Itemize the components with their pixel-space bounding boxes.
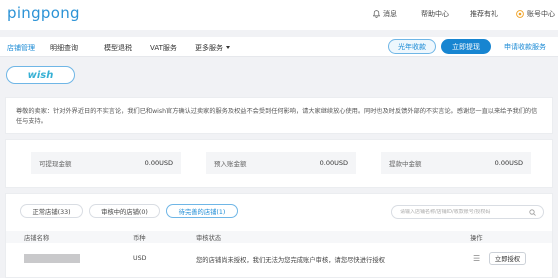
list-icon[interactable]: ☰	[473, 254, 480, 263]
apply-collection-label: 申请收款服务	[504, 42, 546, 51]
notice-banner: 尊敬的卖家：针对外界近日的不实言论，我们已和wish官方确认过卖家的服务及权益不…	[5, 97, 553, 134]
main-nav: 店铺管理 明细查询 模型退税 VAT服务 更多服务 光年收款 立即提现 申请收款…	[0, 37, 558, 57]
withdraw-label: 立即提现	[452, 42, 480, 51]
tab-incomplete-stores-label: 待完善的店铺(1)	[178, 208, 226, 216]
apply-collection-button[interactable]: 申请收款服务	[496, 39, 554, 54]
nav-vat-service-label: VAT服务	[150, 44, 177, 52]
photo-collect-label: 光年收款	[398, 42, 426, 51]
stat-pending-credit-label: 预入账金额	[214, 160, 247, 168]
authorize-now-button[interactable]: 立即授权	[489, 252, 526, 265]
wish-logo: wish	[27, 69, 54, 81]
nav-tax-refund[interactable]: 模型退税	[104, 43, 132, 53]
stat-withdrawing: 提款中金额 0.00USD	[381, 152, 531, 174]
col-store-name: 店铺名称	[24, 235, 50, 242]
bell-icon	[373, 10, 380, 18]
nav-detail-query-label: 明细查询	[50, 44, 78, 52]
store-list-panel: 正常店铺(33) 审核中的店铺(0) 待完善的店铺(1) 店铺名称 币种 审核状…	[5, 193, 553, 278]
tab-reviewing-stores-label: 审核中的店铺(0)	[101, 208, 148, 216]
stat-withdrawable-label: 可提现金额	[39, 160, 72, 168]
tab-incomplete-stores[interactable]: 待完善的店铺(1)	[166, 204, 238, 218]
stat-pending-credit: 预入账金额 0.00USD	[206, 152, 356, 174]
help-center-link[interactable]: 帮助中心	[421, 9, 449, 19]
referral-label: 推荐有礼	[470, 10, 498, 18]
withdraw-button[interactable]: 立即提现	[441, 39, 491, 54]
nav-more-services-label: 更多服务	[195, 44, 223, 52]
nav-store-management-label: 店铺管理	[7, 44, 35, 52]
nav-vat-service[interactable]: VAT服务	[150, 43, 177, 53]
messages-label: 消息	[383, 10, 397, 18]
store-search-input[interactable]	[400, 209, 525, 215]
store-tab-wish[interactable]: wish	[6, 66, 75, 84]
balance-stats: 可提现金额 0.00USD 预入账金额 0.00USD 提款中金额 0.00US…	[5, 139, 553, 188]
top-bar: pingpong 消息 帮助中心 推荐有礼 账号中心	[0, 0, 558, 30]
account-center-link[interactable]: 账号中心	[516, 9, 555, 19]
stat-withdrawing-value: 0.00USD	[494, 159, 523, 167]
account-coin-icon	[516, 10, 524, 18]
notice-text: 尊敬的卖家：针对外界近日的不实言论，我们已和wish官方确认过卖家的服务及权益不…	[16, 108, 538, 125]
stat-withdrawing-label: 提款中金额	[389, 160, 422, 168]
col-review-status: 审核状态	[196, 235, 222, 242]
tab-reviewing-stores[interactable]: 审核中的店铺(0)	[89, 204, 160, 218]
chevron-down-icon	[226, 46, 230, 49]
col-actions: 操作	[470, 235, 483, 242]
stat-pending-credit-value: 0.00USD	[319, 159, 348, 167]
authorize-now-label: 立即授权	[494, 256, 521, 263]
help-center-label: 帮助中心	[421, 10, 449, 18]
nav-tax-refund-label: 模型退税	[104, 44, 132, 52]
row-currency: USD	[133, 255, 147, 262]
photo-collect-button[interactable]: 光年收款	[388, 39, 436, 54]
redacted-store-name	[24, 254, 80, 263]
tab-normal-stores[interactable]: 正常店铺(33)	[20, 204, 83, 218]
col-currency: 币种	[133, 235, 146, 242]
account-center-label: 账号中心	[527, 10, 555, 18]
stat-withdrawable: 可提现金额 0.00USD	[31, 152, 181, 174]
pingpong-logo[interactable]: pingpong	[7, 4, 80, 22]
nav-detail-query[interactable]: 明细查询	[50, 43, 78, 53]
referral-link[interactable]: 推荐有礼	[470, 9, 498, 19]
messages-link[interactable]: 消息	[373, 9, 397, 19]
table-row: USD 您的店铺尚未授权，我们无法为您完成账户审核，请您尽快进行授权 ☰ 立即授…	[6, 248, 552, 270]
search-icon[interactable]	[529, 209, 536, 216]
store-search	[391, 205, 544, 219]
nav-more-services[interactable]: 更多服务	[195, 43, 230, 53]
nav-store-management[interactable]: 店铺管理	[7, 43, 35, 53]
stat-withdrawable-value: 0.00USD	[144, 159, 173, 167]
table-header: 店铺名称 币种 审核状态 操作	[6, 231, 552, 243]
tab-normal-stores-label: 正常店铺(33)	[32, 208, 71, 216]
row-status: 您的店铺尚未授权，我们无法为您完成账户审核，请您尽快进行授权	[196, 257, 385, 264]
